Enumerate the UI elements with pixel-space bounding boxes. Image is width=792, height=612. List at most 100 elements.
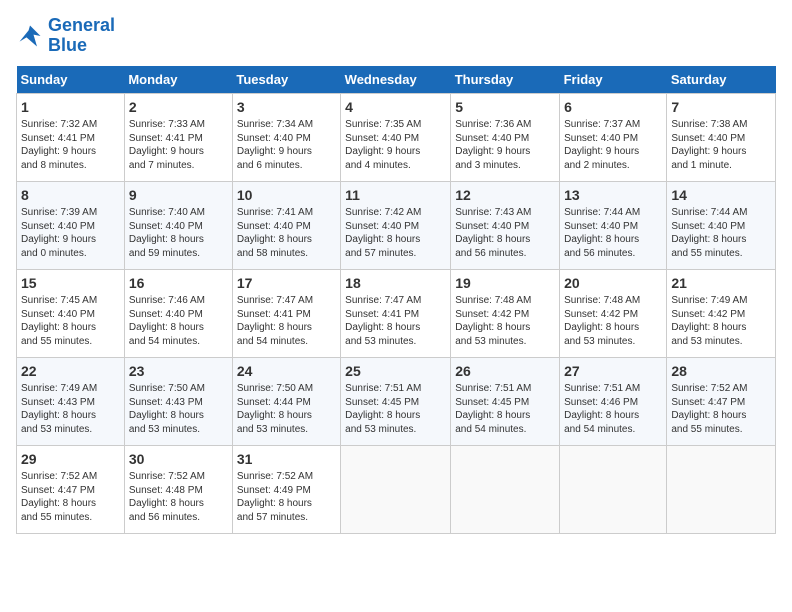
calendar-cell: 6Sunrise: 7:37 AM Sunset: 4:40 PM Daylig… — [560, 93, 667, 181]
day-info: Sunrise: 7:43 AM Sunset: 4:40 PM Dayligh… — [455, 206, 555, 260]
day-number: 21 — [671, 274, 771, 294]
calendar-cell — [451, 445, 560, 533]
day-number: 16 — [129, 274, 228, 294]
week-row-5: 29Sunrise: 7:52 AM Sunset: 4:47 PM Dayli… — [17, 445, 776, 533]
column-header-friday: Friday — [560, 66, 667, 94]
calendar-cell: 13Sunrise: 7:44 AM Sunset: 4:40 PM Dayli… — [560, 181, 667, 269]
calendar-cell: 29Sunrise: 7:52 AM Sunset: 4:47 PM Dayli… — [17, 445, 125, 533]
day-number: 3 — [237, 98, 336, 118]
calendar-cell: 17Sunrise: 7:47 AM Sunset: 4:41 PM Dayli… — [232, 269, 340, 357]
calendar-cell: 8Sunrise: 7:39 AM Sunset: 4:40 PM Daylig… — [17, 181, 125, 269]
day-info: Sunrise: 7:42 AM Sunset: 4:40 PM Dayligh… — [345, 206, 446, 260]
day-info: Sunrise: 7:39 AM Sunset: 4:40 PM Dayligh… — [21, 206, 120, 260]
calendar-cell: 18Sunrise: 7:47 AM Sunset: 4:41 PM Dayli… — [341, 269, 451, 357]
calendar-cell: 21Sunrise: 7:49 AM Sunset: 4:42 PM Dayli… — [667, 269, 776, 357]
day-number: 2 — [129, 98, 228, 118]
column-header-thursday: Thursday — [451, 66, 560, 94]
calendar-cell: 20Sunrise: 7:48 AM Sunset: 4:42 PM Dayli… — [560, 269, 667, 357]
day-number: 22 — [21, 362, 120, 382]
day-info: Sunrise: 7:35 AM Sunset: 4:40 PM Dayligh… — [345, 118, 446, 172]
day-info: Sunrise: 7:52 AM Sunset: 4:47 PM Dayligh… — [671, 382, 771, 436]
day-info: Sunrise: 7:38 AM Sunset: 4:40 PM Dayligh… — [671, 118, 771, 172]
day-number: 1 — [21, 98, 120, 118]
calendar-cell: 27Sunrise: 7:51 AM Sunset: 4:46 PM Dayli… — [560, 357, 667, 445]
day-info: Sunrise: 7:51 AM Sunset: 4:45 PM Dayligh… — [345, 382, 446, 436]
calendar-cell: 14Sunrise: 7:44 AM Sunset: 4:40 PM Dayli… — [667, 181, 776, 269]
day-number: 26 — [455, 362, 555, 382]
day-number: 29 — [21, 450, 120, 470]
day-number: 30 — [129, 450, 228, 470]
day-number: 20 — [564, 274, 662, 294]
calendar-cell: 23Sunrise: 7:50 AM Sunset: 4:43 PM Dayli… — [124, 357, 232, 445]
calendar-cell: 28Sunrise: 7:52 AM Sunset: 4:47 PM Dayli… — [667, 357, 776, 445]
logo-icon — [16, 22, 44, 50]
day-number: 17 — [237, 274, 336, 294]
calendar-cell — [341, 445, 451, 533]
day-info: Sunrise: 7:48 AM Sunset: 4:42 PM Dayligh… — [564, 294, 662, 348]
day-number: 10 — [237, 186, 336, 206]
day-info: Sunrise: 7:52 AM Sunset: 4:49 PM Dayligh… — [237, 470, 336, 524]
calendar-cell: 10Sunrise: 7:41 AM Sunset: 4:40 PM Dayli… — [232, 181, 340, 269]
day-number: 9 — [129, 186, 228, 206]
day-number: 14 — [671, 186, 771, 206]
calendar-cell — [560, 445, 667, 533]
day-number: 31 — [237, 450, 336, 470]
day-info: Sunrise: 7:41 AM Sunset: 4:40 PM Dayligh… — [237, 206, 336, 260]
day-info: Sunrise: 7:44 AM Sunset: 4:40 PM Dayligh… — [564, 206, 662, 260]
day-number: 13 — [564, 186, 662, 206]
day-number: 6 — [564, 98, 662, 118]
column-header-saturday: Saturday — [667, 66, 776, 94]
calendar-cell: 7Sunrise: 7:38 AM Sunset: 4:40 PM Daylig… — [667, 93, 776, 181]
day-info: Sunrise: 7:47 AM Sunset: 4:41 PM Dayligh… — [237, 294, 336, 348]
calendar-cell: 26Sunrise: 7:51 AM Sunset: 4:45 PM Dayli… — [451, 357, 560, 445]
calendar-cell: 1Sunrise: 7:32 AM Sunset: 4:41 PM Daylig… — [17, 93, 125, 181]
day-info: Sunrise: 7:33 AM Sunset: 4:41 PM Dayligh… — [129, 118, 228, 172]
logo: GeneralBlue — [16, 16, 115, 56]
day-number: 11 — [345, 186, 446, 206]
week-row-4: 22Sunrise: 7:49 AM Sunset: 4:43 PM Dayli… — [17, 357, 776, 445]
calendar-cell: 24Sunrise: 7:50 AM Sunset: 4:44 PM Dayli… — [232, 357, 340, 445]
week-row-1: 1Sunrise: 7:32 AM Sunset: 4:41 PM Daylig… — [17, 93, 776, 181]
day-info: Sunrise: 7:37 AM Sunset: 4:40 PM Dayligh… — [564, 118, 662, 172]
calendar-cell: 2Sunrise: 7:33 AM Sunset: 4:41 PM Daylig… — [124, 93, 232, 181]
column-header-wednesday: Wednesday — [341, 66, 451, 94]
calendar-cell — [667, 445, 776, 533]
calendar-cell: 4Sunrise: 7:35 AM Sunset: 4:40 PM Daylig… — [341, 93, 451, 181]
column-header-tuesday: Tuesday — [232, 66, 340, 94]
day-info: Sunrise: 7:34 AM Sunset: 4:40 PM Dayligh… — [237, 118, 336, 172]
calendar-cell: 9Sunrise: 7:40 AM Sunset: 4:40 PM Daylig… — [124, 181, 232, 269]
day-info: Sunrise: 7:36 AM Sunset: 4:40 PM Dayligh… — [455, 118, 555, 172]
day-number: 27 — [564, 362, 662, 382]
day-info: Sunrise: 7:49 AM Sunset: 4:42 PM Dayligh… — [671, 294, 771, 348]
page-container: GeneralBlue SundayMondayTuesdayWednesday… — [0, 0, 792, 544]
calendar-cell: 11Sunrise: 7:42 AM Sunset: 4:40 PM Dayli… — [341, 181, 451, 269]
day-number: 15 — [21, 274, 120, 294]
calendar-cell: 12Sunrise: 7:43 AM Sunset: 4:40 PM Dayli… — [451, 181, 560, 269]
day-number: 5 — [455, 98, 555, 118]
day-info: Sunrise: 7:51 AM Sunset: 4:45 PM Dayligh… — [455, 382, 555, 436]
calendar-cell: 31Sunrise: 7:52 AM Sunset: 4:49 PM Dayli… — [232, 445, 340, 533]
calendar-cell: 16Sunrise: 7:46 AM Sunset: 4:40 PM Dayli… — [124, 269, 232, 357]
day-info: Sunrise: 7:50 AM Sunset: 4:43 PM Dayligh… — [129, 382, 228, 436]
week-row-3: 15Sunrise: 7:45 AM Sunset: 4:40 PM Dayli… — [17, 269, 776, 357]
day-info: Sunrise: 7:45 AM Sunset: 4:40 PM Dayligh… — [21, 294, 120, 348]
day-number: 4 — [345, 98, 446, 118]
calendar-cell: 30Sunrise: 7:52 AM Sunset: 4:48 PM Dayli… — [124, 445, 232, 533]
calendar-cell: 22Sunrise: 7:49 AM Sunset: 4:43 PM Dayli… — [17, 357, 125, 445]
day-info: Sunrise: 7:46 AM Sunset: 4:40 PM Dayligh… — [129, 294, 228, 348]
logo-text: GeneralBlue — [48, 16, 115, 56]
calendar-header: SundayMondayTuesdayWednesdayThursdayFrid… — [17, 66, 776, 94]
day-info: Sunrise: 7:51 AM Sunset: 4:46 PM Dayligh… — [564, 382, 662, 436]
calendar-table: SundayMondayTuesdayWednesdayThursdayFrid… — [16, 66, 776, 534]
day-number: 7 — [671, 98, 771, 118]
day-info: Sunrise: 7:50 AM Sunset: 4:44 PM Dayligh… — [237, 382, 336, 436]
day-info: Sunrise: 7:52 AM Sunset: 4:47 PM Dayligh… — [21, 470, 120, 524]
calendar-cell: 5Sunrise: 7:36 AM Sunset: 4:40 PM Daylig… — [451, 93, 560, 181]
day-number: 8 — [21, 186, 120, 206]
day-info: Sunrise: 7:49 AM Sunset: 4:43 PM Dayligh… — [21, 382, 120, 436]
day-number: 18 — [345, 274, 446, 294]
column-header-sunday: Sunday — [17, 66, 125, 94]
day-info: Sunrise: 7:44 AM Sunset: 4:40 PM Dayligh… — [671, 206, 771, 260]
day-info: Sunrise: 7:40 AM Sunset: 4:40 PM Dayligh… — [129, 206, 228, 260]
day-info: Sunrise: 7:47 AM Sunset: 4:41 PM Dayligh… — [345, 294, 446, 348]
